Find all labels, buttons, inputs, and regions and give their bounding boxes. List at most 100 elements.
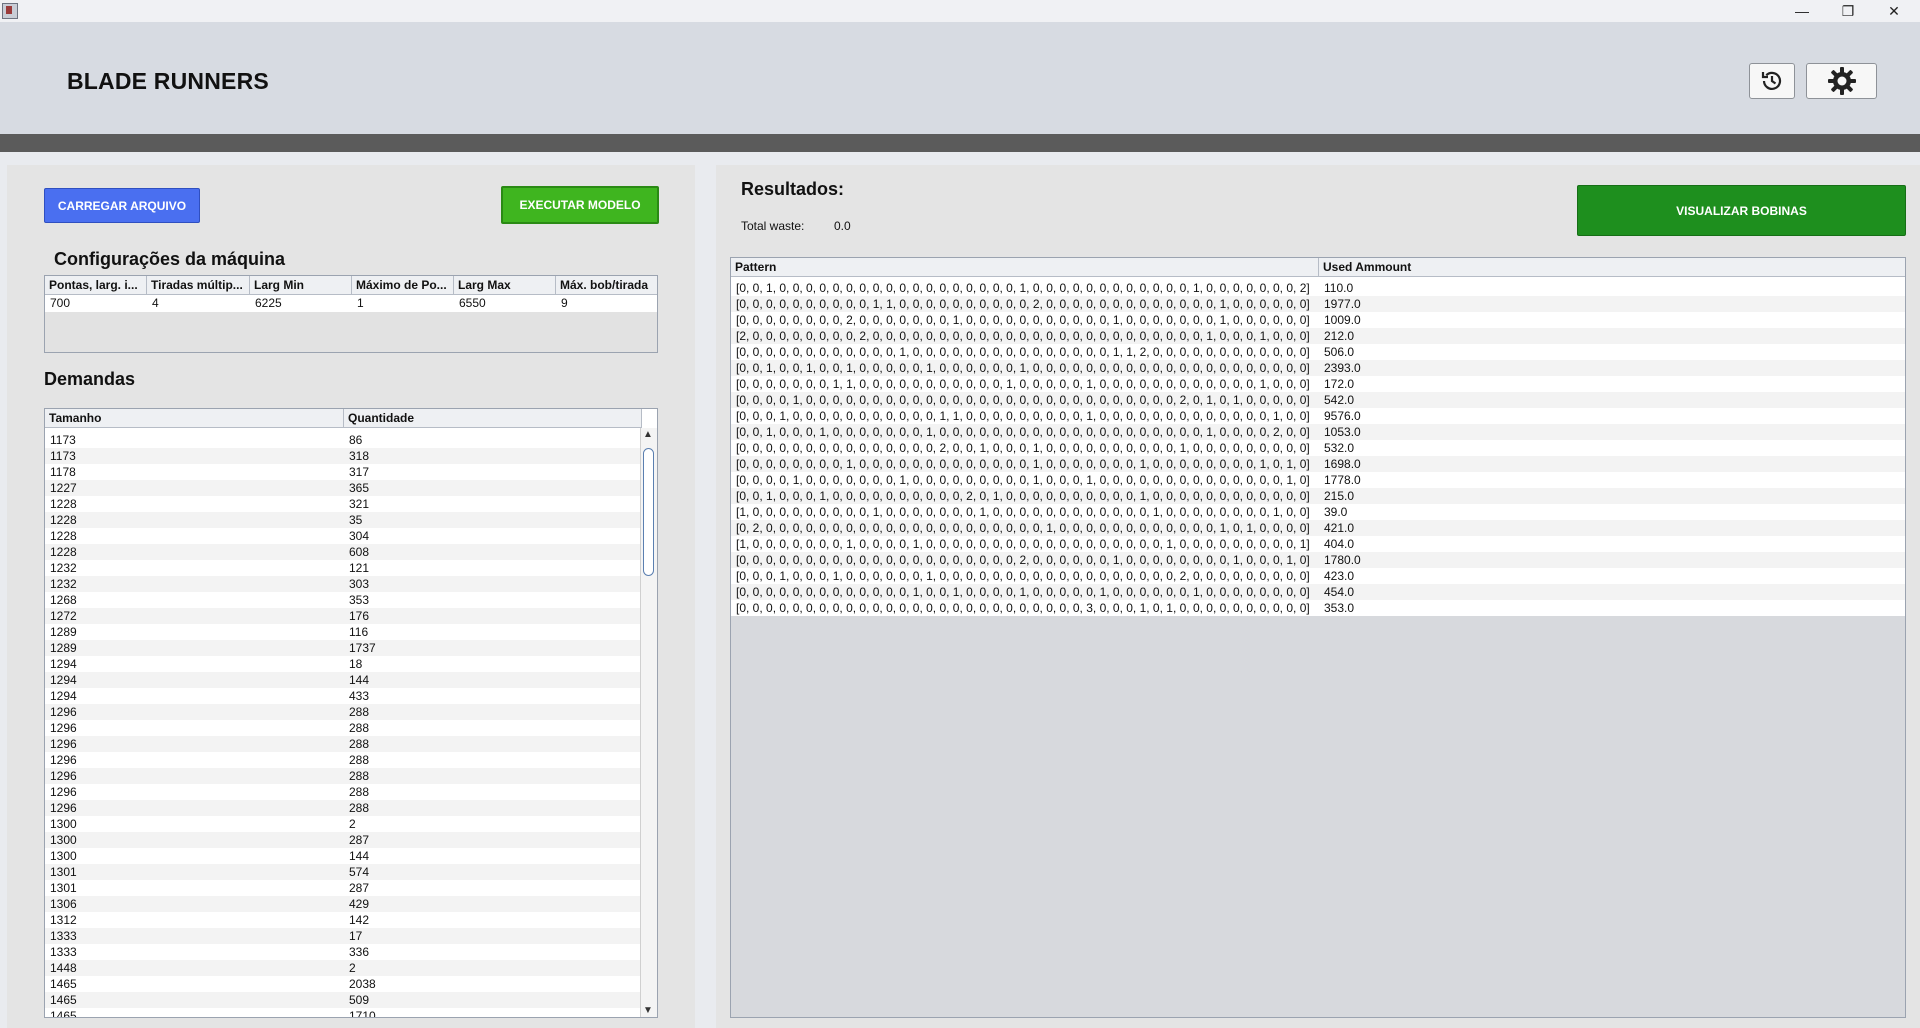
demand-quantity-cell[interactable]: 288 <box>344 704 642 720</box>
demand-size-cell[interactable]: 1227 <box>45 480 344 496</box>
table-row[interactable]: 1232 121 <box>45 560 642 576</box>
table-row[interactable]: [0, 0, 0, 0, 0, 0, 0, 0, 1, 0, 0, 0, 0, … <box>731 456 1905 472</box>
config-col-header[interactable]: Larg Min <box>250 276 352 294</box>
demand-size-cell[interactable]: 1465 <box>45 1008 344 1017</box>
scroll-up-arrow-icon[interactable]: ▲ <box>643 429 653 440</box>
pattern-cell[interactable]: [0, 0, 0, 0, 0, 0, 0, 0, 0, 0, 0, 0, 0, … <box>731 584 1319 600</box>
demand-quantity-cell[interactable]: 433 <box>344 688 642 704</box>
table-row[interactable]: 1296 288 <box>45 736 642 752</box>
demand-size-cell[interactable]: 1312 <box>45 912 344 928</box>
demand-size-cell[interactable]: 1268 <box>45 592 344 608</box>
demand-quantity-cell[interactable]: 2 <box>344 960 642 976</box>
used-amount-cell[interactable]: 1778.0 <box>1319 472 1905 488</box>
table-row[interactable]: [0, 0, 0, 0, 0, 0, 0, 0, 0, 0, 0, 0, 0, … <box>731 600 1905 616</box>
table-row[interactable]: 1301 574 <box>45 864 642 880</box>
demand-size-cell[interactable]: 1178 <box>45 464 344 480</box>
table-row[interactable]: 1289 116 <box>45 624 642 640</box>
demand-quantity-cell[interactable]: 429 <box>344 896 642 912</box>
table-row[interactable]: [0, 0, 1, 0, 0, 0, 1, 0, 0, 0, 0, 0, 0, … <box>731 424 1905 440</box>
demand-quantity-cell[interactable]: 318 <box>344 448 642 464</box>
config-cell[interactable]: 4 <box>147 295 250 311</box>
demand-size-cell[interactable]: 1289 <box>45 640 344 656</box>
demand-size-cell[interactable]: 1300 <box>45 816 344 832</box>
demand-size-cell[interactable]: 1296 <box>45 752 344 768</box>
table-row[interactable]: [0, 0, 0, 0, 0, 0, 0, 0, 0, 0, 0, 0, 0, … <box>731 552 1905 568</box>
demand-quantity-cell[interactable]: 142 <box>344 912 642 928</box>
table-row[interactable]: 1465 1710 <box>45 1008 642 1017</box>
pattern-cell[interactable]: [0, 0, 0, 0, 0, 0, 0, 1, 1, 0, 0, 0, 0, … <box>731 376 1319 392</box>
table-row[interactable]: 1228 321 <box>45 496 642 512</box>
table-row[interactable]: [0, 0, 0, 1, 0, 0, 0, 1, 0, 0, 0, 0, 0, … <box>731 568 1905 584</box>
table-row[interactable]: 1294 433 <box>45 688 642 704</box>
demand-size-cell[interactable]: 1294 <box>45 656 344 672</box>
pattern-cell[interactable]: [1, 0, 0, 0, 0, 0, 0, 0, 0, 0, 1, 0, 0, … <box>731 504 1319 520</box>
demand-size-cell[interactable]: 1173 <box>45 448 344 464</box>
table-row[interactable]: [1, 0, 0, 0, 0, 0, 0, 0, 1, 0, 0, 0, 0, … <box>731 536 1905 552</box>
pattern-cell[interactable]: [0, 0, 1, 0, 0, 0, 1, 0, 0, 0, 0, 0, 0, … <box>731 424 1319 440</box>
demand-size-cell[interactable]: 1228 <box>45 496 344 512</box>
table-row[interactable]: 1301 287 <box>45 880 642 896</box>
demand-size-cell[interactable]: 1448 <box>45 960 344 976</box>
config-col-header[interactable]: Máximo de Po... <box>352 276 454 294</box>
table-row[interactable]: 1227 365 <box>45 480 642 496</box>
demand-size-cell[interactable]: 1228 <box>45 544 344 560</box>
used-amount-cell[interactable]: 110.0 <box>1319 280 1905 296</box>
used-amount-cell[interactable]: 1780.0 <box>1319 552 1905 568</box>
table-row[interactable]: 1465 2038 <box>45 976 642 992</box>
demand-quantity-cell[interactable]: 144 <box>344 848 642 864</box>
demand-size-cell[interactable]: 1296 <box>45 768 344 784</box>
demand-size-cell[interactable]: 1296 <box>45 736 344 752</box>
table-row[interactable]: 1465 509 <box>45 992 642 1008</box>
demand-quantity-cell[interactable]: 287 <box>344 832 642 848</box>
demand-quantity-cell[interactable]: 288 <box>344 768 642 784</box>
demand-size-cell[interactable]: 1296 <box>45 704 344 720</box>
pattern-cell[interactable]: [0, 0, 0, 0, 0, 0, 0, 0, 0, 0, 1, 1, 0, … <box>731 296 1319 312</box>
used-amount-cell[interactable]: 454.0 <box>1319 584 1905 600</box>
table-row[interactable]: [0, 0, 1, 0, 0, 0, 1, 0, 0, 0, 0, 0, 0, … <box>731 488 1905 504</box>
demand-size-cell[interactable]: 1289 <box>45 624 344 640</box>
pattern-cell[interactable]: [2, 0, 0, 0, 0, 0, 0, 0, 0, 2, 0, 0, 0, … <box>731 328 1319 344</box>
demand-quantity-cell[interactable]: 287 <box>344 880 642 896</box>
pattern-cell[interactable]: [0, 0, 0, 0, 0, 0, 0, 0, 2, 0, 0, 0, 0, … <box>731 312 1319 328</box>
demand-quantity-cell[interactable]: 35 <box>344 512 642 528</box>
demand-size-cell[interactable]: 1296 <box>45 784 344 800</box>
demand-quantity-cell[interactable]: 317 <box>344 464 642 480</box>
config-col-header[interactable]: Pontas, larg. i... <box>45 276 147 294</box>
table-row[interactable]: 1333 336 <box>45 944 642 960</box>
demand-quantity-cell[interactable]: 18 <box>344 656 642 672</box>
demand-size-cell[interactable]: 1294 <box>45 688 344 704</box>
demand-size-cell[interactable]: 1333 <box>45 944 344 960</box>
used-amount-cell[interactable]: 9576.0 <box>1319 408 1905 424</box>
used-amount-cell[interactable]: 172.0 <box>1319 376 1905 392</box>
config-row[interactable]: 700 4 6225 1 6550 9 <box>45 295 657 311</box>
demand-size-cell[interactable]: 1232 <box>45 560 344 576</box>
config-col-header[interactable]: Tiradas múltip... <box>147 276 250 294</box>
demand-quantity-cell[interactable]: 176 <box>344 608 642 624</box>
used-amount-cell[interactable]: 1698.0 <box>1319 456 1905 472</box>
table-row[interactable]: [0, 0, 1, 0, 0, 1, 0, 0, 1, 0, 0, 0, 0, … <box>731 360 1905 376</box>
table-row[interactable]: 1300 2 <box>45 816 642 832</box>
config-col-header[interactable]: Larg Max <box>454 276 556 294</box>
demand-size-cell[interactable]: 1300 <box>45 848 344 864</box>
table-row[interactable]: 1448 2 <box>45 960 642 976</box>
table-row[interactable]: [0, 2, 0, 0, 0, 0, 0, 0, 0, 0, 0, 0, 0, … <box>731 520 1905 536</box>
demands-col-tamanho[interactable]: Tamanho <box>45 409 344 427</box>
pattern-cell[interactable]: [0, 2, 0, 0, 0, 0, 0, 0, 0, 0, 0, 0, 0, … <box>731 520 1319 536</box>
demand-quantity-cell[interactable]: 1710 <box>344 1008 642 1017</box>
table-row[interactable]: 1228 608 <box>45 544 642 560</box>
table-row[interactable]: 1232 303 <box>45 576 642 592</box>
visualize-bobbins-button[interactable]: VISUALIZAR BOBINAS <box>1577 185 1906 236</box>
table-row[interactable]: [0, 0, 0, 0, 0, 0, 0, 0, 0, 0, 0, 0, 0, … <box>731 584 1905 600</box>
demand-quantity-cell[interactable]: 608 <box>344 544 642 560</box>
config-cell[interactable]: 6225 <box>250 295 352 311</box>
load-file-button[interactable]: CARREGAR ARQUIVO <box>44 188 200 223</box>
demand-quantity-cell[interactable]: 1737 <box>344 640 642 656</box>
used-amount-cell[interactable]: 1053.0 <box>1319 424 1905 440</box>
pattern-cell[interactable]: [0, 0, 0, 0, 1, 0, 0, 0, 0, 0, 0, 0, 0, … <box>731 392 1319 408</box>
demands-col-quantidade[interactable]: Quantidade <box>344 409 642 427</box>
table-row[interactable]: 1296 288 <box>45 720 642 736</box>
scroll-thumb[interactable] <box>643 448 654 576</box>
table-row[interactable]: 1178 317 <box>45 464 642 480</box>
table-row[interactable]: 1333 17 <box>45 928 642 944</box>
config-cell[interactable]: 1 <box>352 295 454 311</box>
